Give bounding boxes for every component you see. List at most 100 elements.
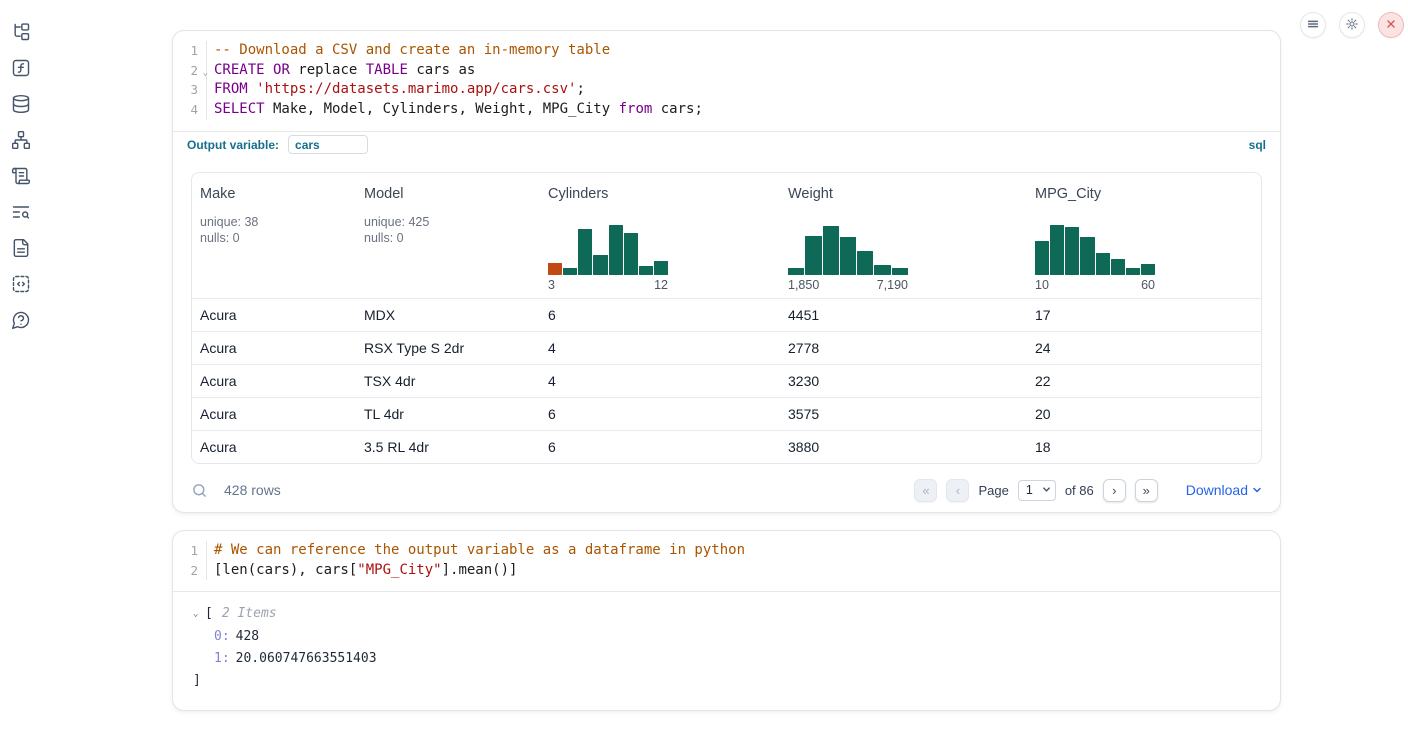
language-badge: sql [1249,138,1266,152]
code-line: 2⌄ CREATE OR replace TABLE cars as [173,61,1280,81]
sql-code-editor[interactable]: 1 -- Download a CSV and create an in-mem… [173,31,1280,131]
sidebar-item-snippets[interactable] [11,274,31,294]
output-variable-input[interactable] [288,135,368,154]
cell-cylinders: 6 [540,439,780,455]
histogram-bar [1080,237,1094,275]
sidebar-item-scratchpad[interactable] [11,166,31,186]
histogram-bar [1111,259,1125,275]
search-icon[interactable] [191,482,208,499]
gear-icon [1345,17,1359,34]
sidebar-item-datasources[interactable] [11,94,31,114]
cell-model: TSX 4dr [356,373,540,389]
table-row[interactable]: Acura MDX 6 4451 17 [192,298,1261,331]
code-token: SELECT [214,101,265,117]
histogram-bar [788,268,804,274]
line-number: 3 [173,80,207,100]
entry-key: 1: [214,651,230,666]
code-token: Make, Model, Cylinders, Weight, MPG_City [265,101,619,117]
code-token: from [619,101,653,117]
histogram-bar [1126,268,1140,275]
cell-weight: 3575 [780,406,1027,422]
cell-model: RSX Type S 2dr [356,340,540,356]
prev-page-button[interactable]: ‹ [946,479,969,502]
cell-mpg-city: 22 [1027,373,1261,389]
double-chevron-left-icon: « [922,484,929,497]
file-text-icon [11,238,31,258]
column-header-cylinders[interactable]: Cylinders 3 12 [540,186,780,298]
cell-mpg-city: 17 [1027,307,1261,323]
chevron-left-icon: ‹ [956,484,960,497]
column-header-make[interactable]: Make unique: 38 nulls: 0 [192,186,356,298]
histogram-bar [874,265,890,275]
table-row[interactable]: Acura 3.5 RL 4dr 6 3880 18 [192,430,1261,463]
code-line: 1 -- Download a CSV and create an in-mem… [173,41,1280,61]
download-menu[interactable]: Download [1186,482,1262,498]
line-number: 4 [173,100,207,120]
histogram-range: 3 12 [548,278,668,292]
close-bracket: ] [193,670,1264,692]
page-select[interactable]: 1 [1018,480,1056,501]
histogram-bar [639,266,653,275]
chevron-down-icon [1252,482,1262,498]
mpg-city-histogram[interactable]: 10 60 [1035,221,1155,298]
histogram-bar [593,255,607,275]
settings-button[interactable] [1339,12,1365,38]
menu-button[interactable] [1300,12,1326,38]
histogram-range: 1,850 7,190 [788,278,908,292]
open-bracket: [ [205,603,213,625]
cell-make: Acura [192,340,356,356]
histogram-bar [857,251,873,275]
next-page-button[interactable]: › [1103,479,1126,502]
table-row[interactable]: Acura TSX 4dr 4 3230 22 [192,364,1261,397]
column-header-mpg-city[interactable]: MPG_City 10 60 [1027,186,1261,298]
download-label: Download [1186,482,1248,498]
tree-entry: 0:428 [193,626,1264,648]
items-count: 2 Items [222,603,277,625]
python-cell[interactable]: 1 # We can reference the output variable… [172,530,1281,711]
code-text: SELECT Make, Model, Cylinders, Weight, M… [207,100,703,120]
sidebar-item-documentation[interactable] [11,238,31,258]
code-line: 4 SELECT Make, Model, Cylinders, Weight,… [173,100,1280,120]
close-button[interactable] [1378,12,1404,38]
cell-mpg-city: 20 [1027,406,1261,422]
sidebar-item-help[interactable] [11,310,31,330]
first-page-button[interactable]: « [914,479,937,502]
histogram-bar [1050,225,1064,275]
last-page-button[interactable]: » [1135,479,1158,502]
table-row[interactable]: Acura RSX Type S 2dr 4 2778 24 [192,331,1261,364]
code-token: "MPG_City" [357,562,441,578]
histogram-bar [548,263,562,275]
double-chevron-right-icon: » [1143,484,1150,497]
sidebar-item-logs-search[interactable] [11,202,31,222]
code-token: ].mean()] [442,562,518,578]
histogram-bar [1035,241,1049,274]
sidebar-item-dependency-graph[interactable] [11,130,31,150]
code-token: [len(cars), cars[ [214,562,357,578]
histogram-bar [1065,227,1079,275]
table-row[interactable]: Acura TL 4dr 6 3575 20 [192,397,1261,430]
tree-root-row[interactable]: ⌄ [ 2 Items [193,603,1264,625]
cylinders-histogram[interactable]: 3 12 [548,221,668,298]
weight-histogram[interactable]: 1,850 7,190 [788,221,908,298]
output-variable-strip: Output variable: sql [173,131,1280,158]
column-label: Model [364,186,540,202]
chevron-down-icon[interactable]: ⌄ [193,603,201,625]
column-header-model[interactable]: Model unique: 425 nulls: 0 [356,186,540,298]
python-code-editor[interactable]: 1 # We can reference the output variable… [173,531,1280,591]
column-label: Cylinders [548,186,780,202]
sidebar-item-file-explorer[interactable] [11,22,31,42]
entry-key: 0: [214,629,230,644]
line-number: 2 [173,561,207,581]
code-token: replace [290,62,366,78]
line-number: 1 [173,41,207,61]
left-sidebar [0,0,44,729]
row-count: 428 rows [224,482,281,498]
column-stats: unique: 38 nulls: 0 [200,214,356,247]
column-label: Weight [788,186,1027,202]
data-table: Make unique: 38 nulls: 0 Model unique: 4… [191,172,1262,464]
histogram-bar [1141,264,1155,275]
sql-cell[interactable]: 1 -- Download a CSV and create an in-mem… [172,30,1281,513]
output-variable-label: Output variable: [187,138,279,152]
sidebar-item-functions[interactable] [11,58,31,78]
column-header-weight[interactable]: Weight 1,850 7,190 [780,186,1027,298]
